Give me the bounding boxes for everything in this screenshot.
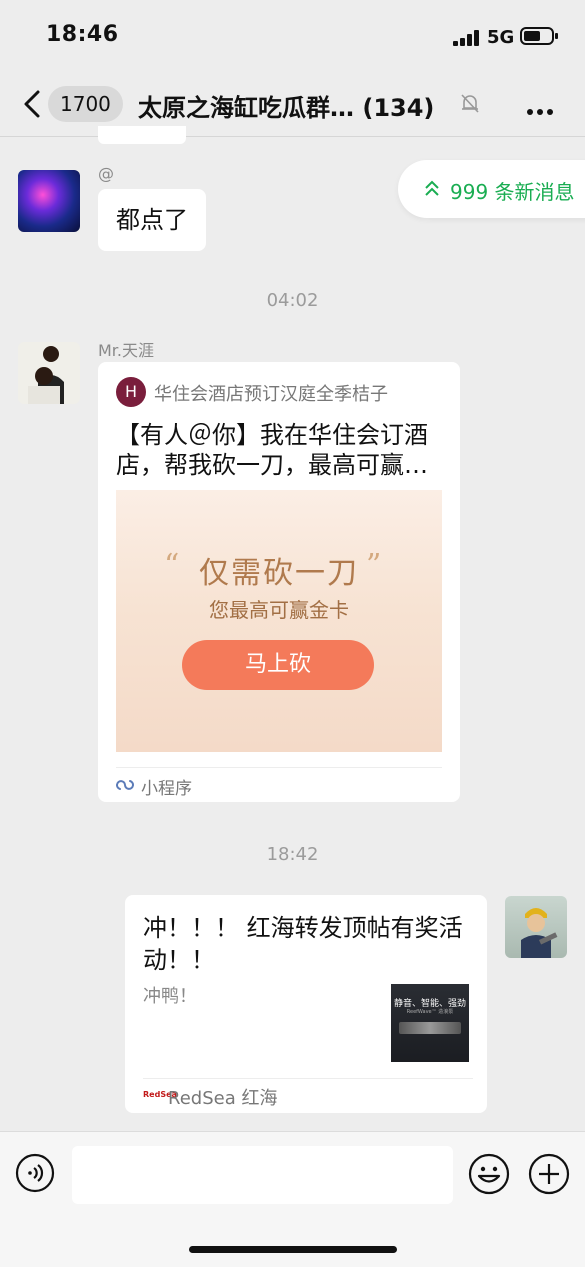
card-divider [143,1078,473,1079]
message-bubble[interactable]: 都点了 [98,189,206,251]
nav-divider [0,136,585,137]
avatar[interactable] [18,170,80,232]
new-messages-button[interactable]: 999 条新消息 [398,160,585,218]
chevron-left-icon[interactable] [20,88,44,120]
card-divider [116,767,442,768]
status-time: 18:46 [46,22,119,47]
bell-slash-icon [461,94,479,113]
plus-icon[interactable] [528,1153,570,1195]
product-image [399,1022,461,1034]
link-description: 冲鸭！ [143,986,197,1007]
message-bubble-partial [98,126,186,144]
timestamp: 18:42 [266,844,319,865]
timestamp: 04:02 [266,290,319,311]
more-dots-icon[interactable] [527,100,559,115]
link-source: RedSea 红海 [168,1088,278,1109]
image-headline: 仅需砍一刀 [199,556,359,591]
double-chevron-up-icon [425,180,439,196]
home-indicator [189,1246,397,1253]
network-type: 5G [487,27,515,48]
link-thumbnail: 静音、智能、强劲 ReefWave™ 造浪泵 [391,984,469,1062]
thumb-subtext: ReefWave™ 造浪泵 [406,1009,454,1015]
avatar[interactable] [18,342,80,404]
mini-program-name: 华住会酒店预订汉庭全季桔子 [154,384,388,405]
chat-title[interactable]: 太原之海缸吃瓜群… (134) [138,88,434,123]
sender-name: @ [98,164,114,183]
emoji-icon[interactable] [468,1153,510,1195]
avatar[interactable] [505,896,567,958]
image-subline: 您最高可赢金卡 [209,598,349,622]
unread-count-badge[interactable]: 1700 [48,86,123,122]
bargain-button: 马上砍 [182,640,374,690]
signal-icon [453,30,479,46]
message-input[interactable] [72,1146,453,1204]
mini-program-logo: H [116,377,146,407]
mini-program-label: 小程序 [141,779,192,799]
battery-icon [520,27,558,45]
mini-program-icon [116,780,134,790]
link-title: 冲！！！ 红海转发顶帖有奖活动！！ [143,914,463,974]
mini-program-image: “ ” 仅需砍一刀 您最高可赢金卡 马上砍 [116,490,442,752]
mini-program-title: 【有人＠你】我在华住会订酒店，帮我砍一刀，最高可赢… [116,421,428,479]
voice-icon[interactable] [15,1153,55,1193]
sender-name: Mr.天涯 [98,341,155,360]
new-messages-label: 999 条新消息 [450,180,575,204]
source-logo: RedSea [143,1090,177,1099]
